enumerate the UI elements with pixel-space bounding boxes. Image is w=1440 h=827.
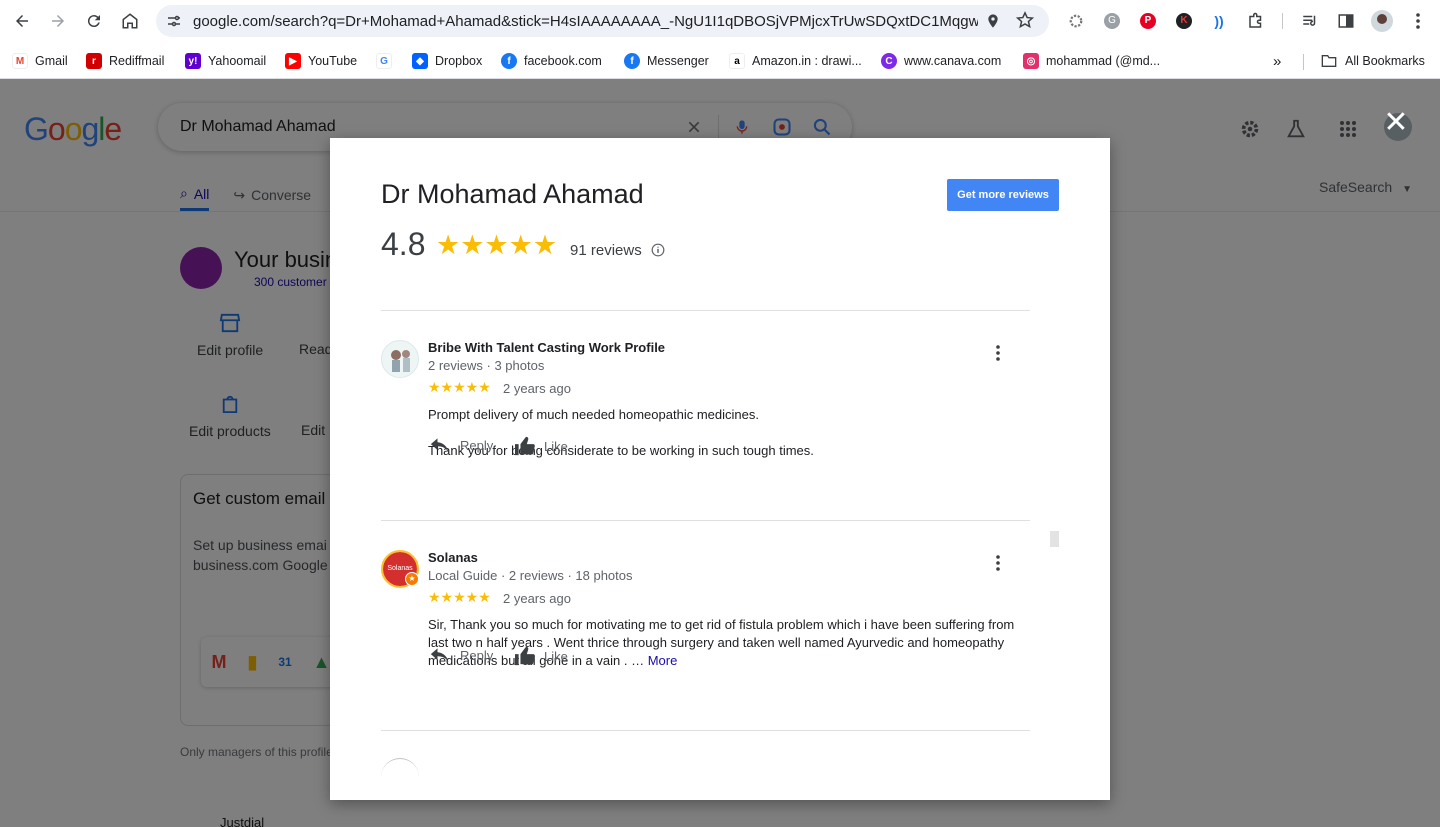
rediff-icon: r xyxy=(86,53,102,69)
get-more-reviews-button[interactable]: Get more reviews xyxy=(947,179,1059,211)
reviews-dialog: Dr Mohamad Ahamad Get more reviews 4.8 ★… xyxy=(330,138,1110,800)
divider xyxy=(381,730,1030,731)
youtube-icon: ▶ xyxy=(285,53,301,69)
bookmarks-bar: M Gmail r Rediffmail y! Yahoomail ▶ YouTube … xyxy=(0,42,1440,79)
reply-button[interactable]: Reply xyxy=(430,437,493,453)
like-label: Like xyxy=(544,438,568,454)
reviewer-avatar[interactable] xyxy=(381,340,419,378)
profile-avatar[interactable] xyxy=(1371,10,1393,32)
side-panel-icon[interactable] xyxy=(1336,11,1356,31)
url-text: google.com/search?q=Dr+Mohamad+Ahamad&st… xyxy=(193,12,978,30)
bookmark-label: facebook.com xyxy=(524,54,602,68)
amazon-icon: a xyxy=(729,53,745,69)
extensions-puzzle-icon[interactable] xyxy=(1246,11,1266,31)
bookmark-label: www.canava.com xyxy=(904,54,1002,68)
browser-toolbar: google.com/search?q=Dr+Mohamad+Ahamad&st… xyxy=(0,0,1440,42)
like-button[interactable]: Like xyxy=(514,646,568,666)
extension-broadcast-icon[interactable]: )) xyxy=(1209,11,1229,31)
bookmark-dropbox[interactable]: ◆ Dropbox xyxy=(412,52,482,70)
reviewer-meta: Local Guide · 2 reviews · 18 photos xyxy=(428,568,633,583)
bookmarks-divider xyxy=(1303,54,1304,70)
review-date: 2 years ago xyxy=(503,591,571,606)
average-rating: 4.8 xyxy=(381,226,426,262)
bookmark-label: mohammad (@md... xyxy=(1046,54,1161,68)
all-bookmarks-folder[interactable]: All Bookmarks xyxy=(1321,52,1425,70)
review-menu-icon[interactable] xyxy=(986,341,1010,365)
reply-button[interactable]: Reply xyxy=(430,647,493,663)
back-icon[interactable] xyxy=(10,9,34,33)
bookmark-canava[interactable]: Cwww.canava.com xyxy=(881,52,1001,70)
dialog-title: Dr Mohamad Ahamad xyxy=(381,179,644,209)
pinterest-icon[interactable]: P xyxy=(1138,11,1158,31)
info-icon[interactable] xyxy=(651,243,665,257)
bookmark-yahoomail[interactable]: y! Yahoomail xyxy=(185,52,266,70)
review-stars: ★★★★★ xyxy=(428,589,491,605)
more-link[interactable]: More xyxy=(648,653,678,668)
bookmark-label: Messenger xyxy=(647,54,709,68)
forward-icon[interactable] xyxy=(46,9,70,33)
canva-icon: C xyxy=(881,53,897,69)
thumbs-up-icon xyxy=(515,646,535,666)
bookmarks-overflow-icon[interactable]: » xyxy=(1273,52,1281,70)
review-text-line: Prompt delivery of much needed homeopath… xyxy=(428,407,759,422)
reply-label: Reply xyxy=(460,647,494,663)
bookmark-label: Amazon.in : drawi... xyxy=(752,54,862,68)
reply-label: Reply xyxy=(460,437,494,453)
location-pin-icon[interactable] xyxy=(985,12,1001,35)
toolbar-divider xyxy=(1282,13,1283,29)
gmail-icon: M xyxy=(12,53,28,69)
bookmark-label: Rediffmail xyxy=(109,54,165,68)
facebook-icon: f xyxy=(501,53,517,69)
bookmark-rediffmail[interactable]: r Rediffmail xyxy=(86,52,164,70)
rating-stars: ★★★★★ xyxy=(436,230,558,260)
bookmark-messenger[interactable]: f Messenger xyxy=(624,52,709,70)
review-date: 2 years ago xyxy=(503,381,571,396)
bookmark-google[interactable]: G xyxy=(376,52,399,70)
review-item: Solanas ★ Solanas Local Guide · 2 review… xyxy=(381,521,1030,730)
extension-g-icon[interactable]: G xyxy=(1102,11,1122,31)
reply-icon xyxy=(430,438,449,453)
bookmark-gmail[interactable]: M Gmail xyxy=(12,52,68,70)
thumbs-up-icon xyxy=(515,436,535,456)
dropbox-icon: ◆ xyxy=(412,53,428,69)
reviewer-avatar xyxy=(381,758,419,796)
bookmark-facebook[interactable]: f facebook.com xyxy=(501,52,602,70)
google-icon: G xyxy=(376,53,392,69)
browser-menu-icon[interactable] xyxy=(1408,11,1428,31)
reload-icon[interactable] xyxy=(82,9,106,33)
all-bookmarks-label: All Bookmarks xyxy=(1345,54,1425,68)
bookmark-label: Yahoomail xyxy=(208,54,267,68)
reply-icon xyxy=(430,648,449,663)
bookmark-star-icon[interactable] xyxy=(1015,11,1035,34)
facebook-icon: f xyxy=(624,53,640,69)
folder-icon xyxy=(1321,55,1337,67)
reviewer-name[interactable]: Bribe With Talent Casting Work Profile xyxy=(428,340,665,355)
instagram-icon: ◎ xyxy=(1023,53,1039,69)
home-icon[interactable] xyxy=(118,9,142,33)
bookmark-label: Dropbox xyxy=(435,54,483,68)
review-stars: ★★★★★ xyxy=(428,379,491,395)
scrollbar-thumb[interactable] xyxy=(1050,531,1059,547)
bookmark-label: YouTube xyxy=(308,54,358,68)
reviewer-meta: 2 reviews · 3 photos xyxy=(428,358,545,373)
bookmark-youtube[interactable]: ▶ YouTube xyxy=(285,52,357,70)
site-settings-icon[interactable] xyxy=(165,12,183,30)
local-guide-badge-icon: ★ xyxy=(405,572,419,586)
extension-gear-icon[interactable] xyxy=(1066,11,1086,31)
reading-list-icon[interactable] xyxy=(1300,11,1320,31)
address-bar[interactable]: google.com/search?q=Dr+Mohamad+Ahamad&st… xyxy=(156,5,1049,37)
close-icon[interactable]: ✕ xyxy=(1383,108,1409,138)
bookmark-instagram[interactable]: ◎ mohammad (@md... xyxy=(1023,52,1160,70)
extension-k-icon[interactable]: K xyxy=(1174,11,1194,31)
bookmark-label: Gmail xyxy=(35,54,68,68)
review-count: 91 reviews xyxy=(570,242,642,259)
review-item: Bribe With Talent Casting Work Profile 2… xyxy=(381,311,1030,520)
like-button[interactable]: Like xyxy=(514,436,568,456)
bookmark-amazon[interactable]: a Amazon.in : drawi... xyxy=(729,52,862,70)
yahoo-icon: y! xyxy=(185,53,201,69)
like-label: Like xyxy=(544,648,568,664)
review-menu-icon[interactable] xyxy=(986,551,1010,575)
reviewer-name[interactable]: Solanas xyxy=(428,550,478,565)
